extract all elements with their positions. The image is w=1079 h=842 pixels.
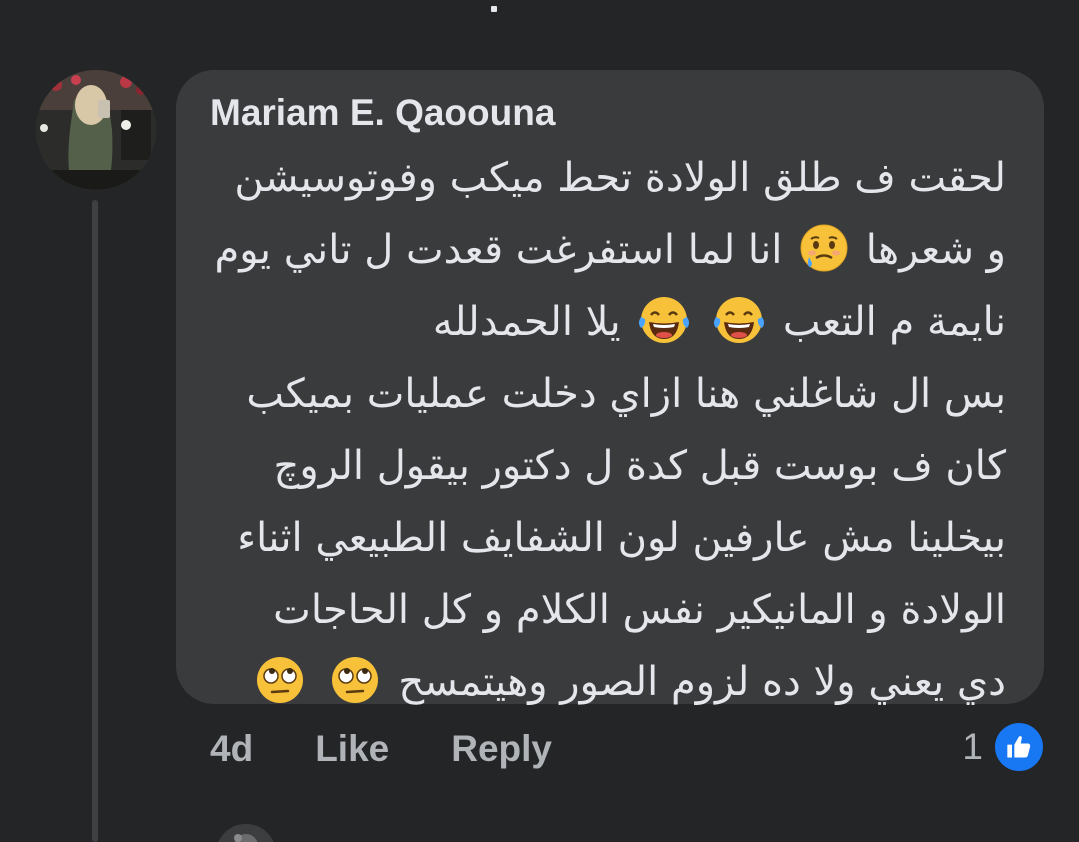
thread-line: [92, 200, 98, 842]
reply-button[interactable]: Reply: [451, 728, 552, 770]
comment-line-5: كان ف بوست قبل كدة ل دكتور بيقول الروچ: [214, 430, 1007, 502]
comment-line-text: نايمة م التعب: [782, 299, 1006, 345]
comment-text: لحقت ف طلق الولادة تحط ميكب وفوتوسيشن و …: [214, 142, 1006, 718]
reaction-summary[interactable]: 1: [962, 721, 1045, 773]
comment-bubble: Mariam E. Qaoouna لحقت ف طلق الولادة تحط…: [176, 70, 1044, 705]
avatar-photo: [36, 70, 156, 190]
comment-line-text: دي يعني ولا ده لزوم الصور وهيتمسح: [398, 659, 1006, 705]
comment-line-6: بيخلينا مش عارفين لون الشفايف الطبيعي اث…: [214, 502, 1006, 574]
comment-line-text: كان ف بوست قبل كدة ل دكتور بيقول الروچ: [273, 443, 1007, 489]
comment-line-text: يلا الحمدلله: [432, 299, 621, 345]
comment-thread: Mariam E. Qaoouna لحقت ف طلق الولادة تحط…: [0, 0, 1079, 842]
comment-timestamp[interactable]: 4d: [210, 728, 253, 770]
comment-line-text: لحقت ف طلق الولادة تحط ميكب وفوتوسيشن: [234, 155, 1006, 201]
comment-actions: 4d Like Reply: [210, 724, 552, 774]
avatar[interactable]: [36, 70, 156, 190]
reaction-count: 1: [962, 726, 983, 767]
comment-line-text: بيخلينا مش عارفين لون الشفايف الطبيعي اث…: [237, 515, 1006, 561]
comment-line-text: انا لما استفرغت قعدت ل تاني يوم: [214, 227, 783, 273]
eye-roll-icon: [253, 655, 307, 728]
comment-line-3: نايمة م التعب يلا الحمدلله: [214, 286, 1006, 358]
like-icon: [993, 721, 1045, 773]
comment-line-text: الولادة و المانيكير نفس الكلام و كل الحا…: [273, 587, 1006, 633]
comment-line-text: بس ال شاغلني هنا ازاي دخلت عمليات بميكب: [246, 371, 1006, 417]
avatar-photo: [216, 824, 276, 842]
comment-line-1: لحقت ف طلق الولادة تحط ميكب وفوتوسيشن: [214, 142, 1006, 214]
ellipsis-dot: [491, 6, 497, 12]
next-comment-avatar[interactable]: [216, 824, 276, 842]
comment-line-7: الولادة و المانيكير نفس الكلام و كل الحا…: [214, 574, 1006, 646]
comment-author[interactable]: Mariam E. Qaoouna: [210, 92, 555, 134]
eye-roll-icon: [328, 655, 382, 728]
comment-line-2: و شعرها انا لما استفرغت قعدت ل تاني يوم: [214, 214, 1006, 286]
comment-line-4: بس ال شاغلني هنا ازاي دخلت عمليات بميكب: [214, 358, 1006, 430]
like-button[interactable]: Like: [315, 728, 389, 770]
comment-line-8: دي يعني ولا ده لزوم الصور وهيتمسح: [214, 646, 1006, 718]
comment-line-text: و شعرها: [865, 227, 1006, 273]
